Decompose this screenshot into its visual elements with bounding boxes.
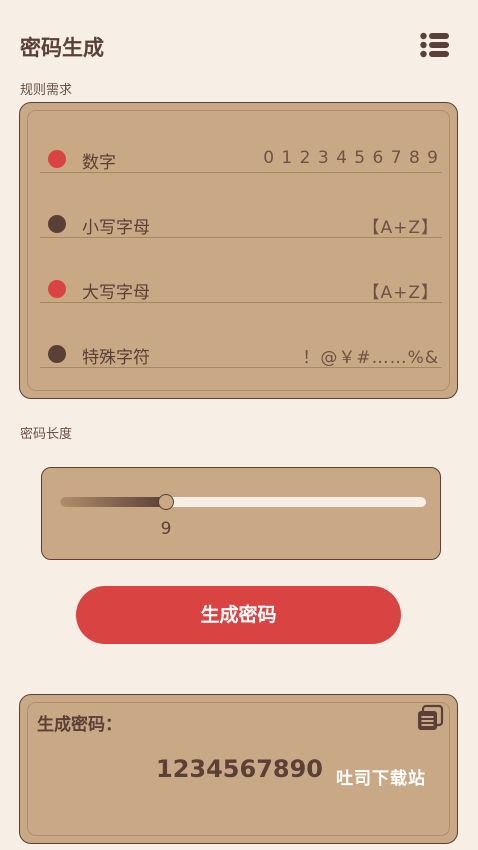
rule-name-label: 特殊字符 (82, 348, 150, 368)
rule-chars-label: 0 1 2 3 4 5 6 7 8 9 (263, 148, 439, 168)
length-slider-track[interactable] (60, 494, 426, 510)
rule-row-uppercase[interactable]: 大写字母 【A+Z】 (40, 238, 442, 303)
rule-status-dot (48, 150, 66, 168)
length-slider-fill (60, 497, 166, 507)
rule-status-dot (48, 345, 66, 363)
page-title: 密码生成 (20, 36, 104, 60)
rule-divider (40, 367, 442, 368)
list-menu-icon[interactable] (420, 30, 450, 60)
generate-password-button[interactable]: 生成密码 (76, 586, 401, 644)
rule-name-label: 小写字母 (82, 218, 150, 238)
copy-icon[interactable] (416, 704, 444, 732)
length-slider-thumb[interactable] (158, 494, 174, 510)
rule-chars-label: 【A+Z】 (362, 218, 439, 238)
rules-card: 数字 0 1 2 3 4 5 6 7 8 9 小写字母 【A+Z】 大写字母 【… (19, 102, 458, 399)
rule-row-special[interactable]: 特殊字符 ！@￥#……%& (40, 303, 442, 368)
rules-section-label: 规则需求 (20, 83, 73, 98)
length-section-label: 密码长度 (20, 427, 73, 442)
length-card: 9 (41, 467, 441, 560)
result-label: 生成密码： (37, 715, 122, 735)
rule-name-label: 数字 (82, 153, 116, 173)
rule-chars-label: ！@￥#……%& (302, 348, 439, 368)
rule-status-dot (48, 280, 66, 298)
length-value: 9 (160, 519, 172, 539)
rule-chars-label: 【A+Z】 (362, 283, 439, 303)
rule-row-lowercase[interactable]: 小写字母 【A+Z】 (40, 173, 442, 238)
watermark: 吐司下载站 (336, 769, 426, 789)
rule-name-label: 大写字母 (82, 283, 150, 303)
rule-status-dot (48, 215, 66, 233)
app-header: 密码生成 (20, 30, 458, 64)
rule-row-digits[interactable]: 数字 0 1 2 3 4 5 6 7 8 9 (40, 108, 442, 173)
